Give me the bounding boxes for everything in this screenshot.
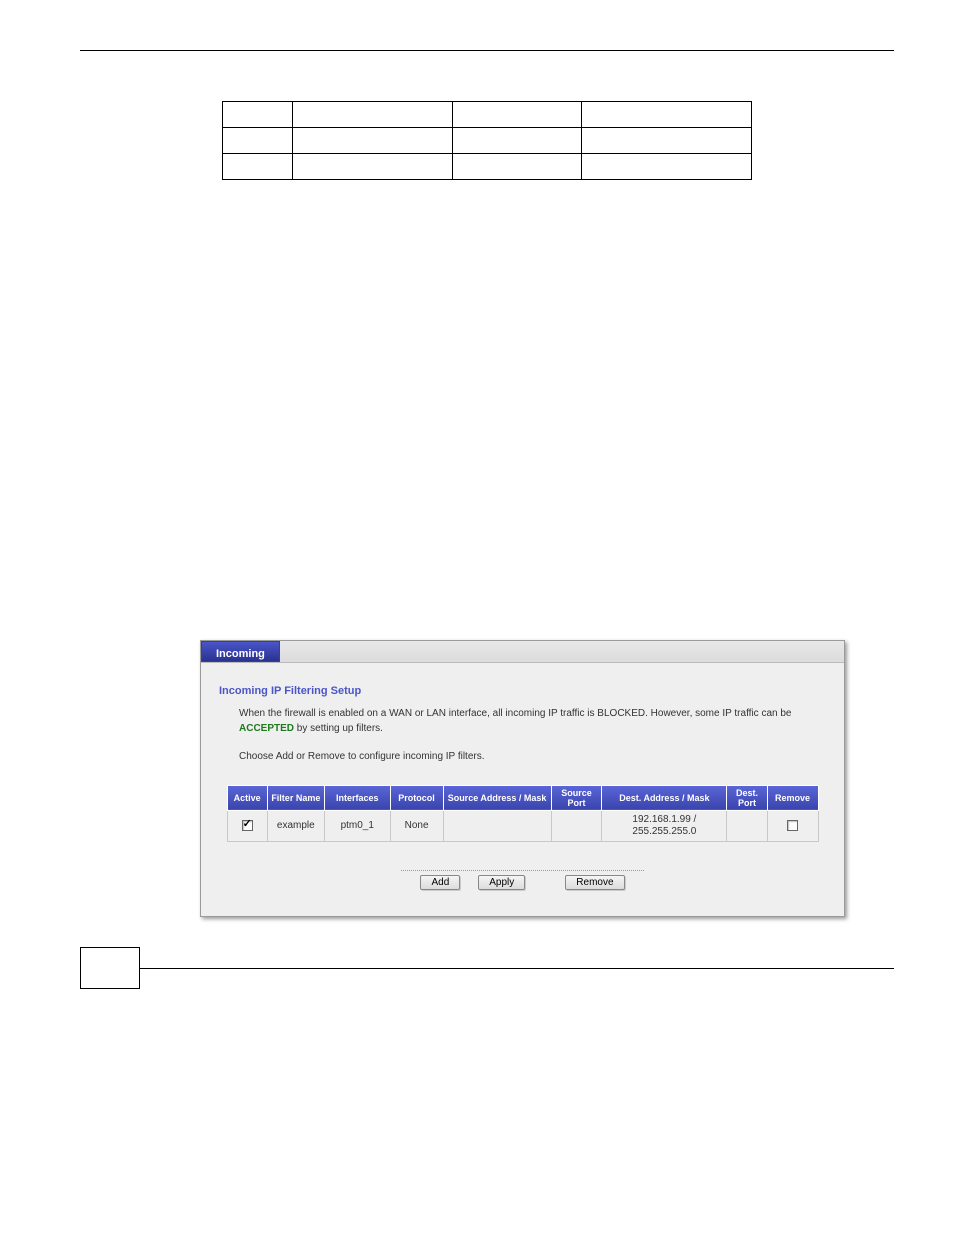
th-src-port: Source Port: [551, 785, 602, 811]
apply-button[interactable]: Apply: [478, 875, 525, 890]
add-button[interactable]: Add: [420, 875, 460, 890]
cell-dst-addr: 192.168.1.99 / 255.255.255.0: [602, 811, 727, 842]
table-header-row: Active Filter Name Interfaces Protocol S…: [227, 785, 818, 811]
remove-button[interactable]: Remove: [565, 875, 624, 890]
cell-remove: [767, 811, 818, 842]
desc-text-2: Choose Add or Remove to configure incomi…: [239, 750, 830, 765]
th-remove: Remove: [767, 785, 818, 811]
active-checkbox[interactable]: [242, 820, 253, 831]
desc-text-1b: by setting up filters.: [294, 723, 383, 734]
page-number-box: [80, 947, 140, 989]
remove-checkbox[interactable]: [787, 820, 798, 831]
th-interfaces: Interfaces: [324, 785, 390, 811]
panel: Incoming IP Filtering Setup When the fir…: [201, 663, 844, 916]
cell-active: [227, 811, 267, 842]
th-active: Active: [227, 785, 267, 811]
page-top-rule: [80, 50, 894, 51]
th-src-addr: Source Address / Mask: [443, 785, 551, 811]
cell-filter-name: example: [267, 811, 324, 842]
th-filter-name: Filter Name: [267, 785, 324, 811]
section-title: Incoming IP Filtering Setup: [219, 685, 830, 697]
table-row: [223, 128, 752, 154]
page-bottom-rule: [140, 968, 894, 969]
cell-dst-port: [727, 811, 767, 842]
table-row: [223, 102, 752, 128]
filter-table: Active Filter Name Interfaces Protocol S…: [227, 785, 819, 843]
table-row: [223, 154, 752, 180]
cell-interfaces: ptm0_1: [324, 811, 390, 842]
th-protocol: Protocol: [390, 785, 443, 811]
desc-text-1a: When the firewall is enabled on a WAN or…: [239, 708, 791, 719]
tab-bar: Incoming: [201, 641, 844, 663]
button-row: Add Apply Remove: [215, 875, 830, 890]
th-dst-addr: Dest. Address / Mask: [602, 785, 727, 811]
th-dst-port: Dest. Port: [727, 785, 767, 811]
table-row: example ptm0_1 None 192.168.1.99 / 255.2…: [227, 811, 818, 842]
incoming-filter-screenshot: Incoming Incoming IP Filtering Setup Whe…: [200, 640, 845, 917]
description: When the firewall is enabled on a WAN or…: [239, 707, 830, 765]
cell-protocol: None: [390, 811, 443, 842]
cell-src-port: [551, 811, 602, 842]
tab-incoming[interactable]: Incoming: [201, 641, 280, 662]
parameter-placeholder-table: [222, 101, 752, 180]
button-separator: [401, 870, 644, 871]
cell-src-addr: [443, 811, 551, 842]
accepted-word: ACCEPTED: [239, 723, 294, 734]
